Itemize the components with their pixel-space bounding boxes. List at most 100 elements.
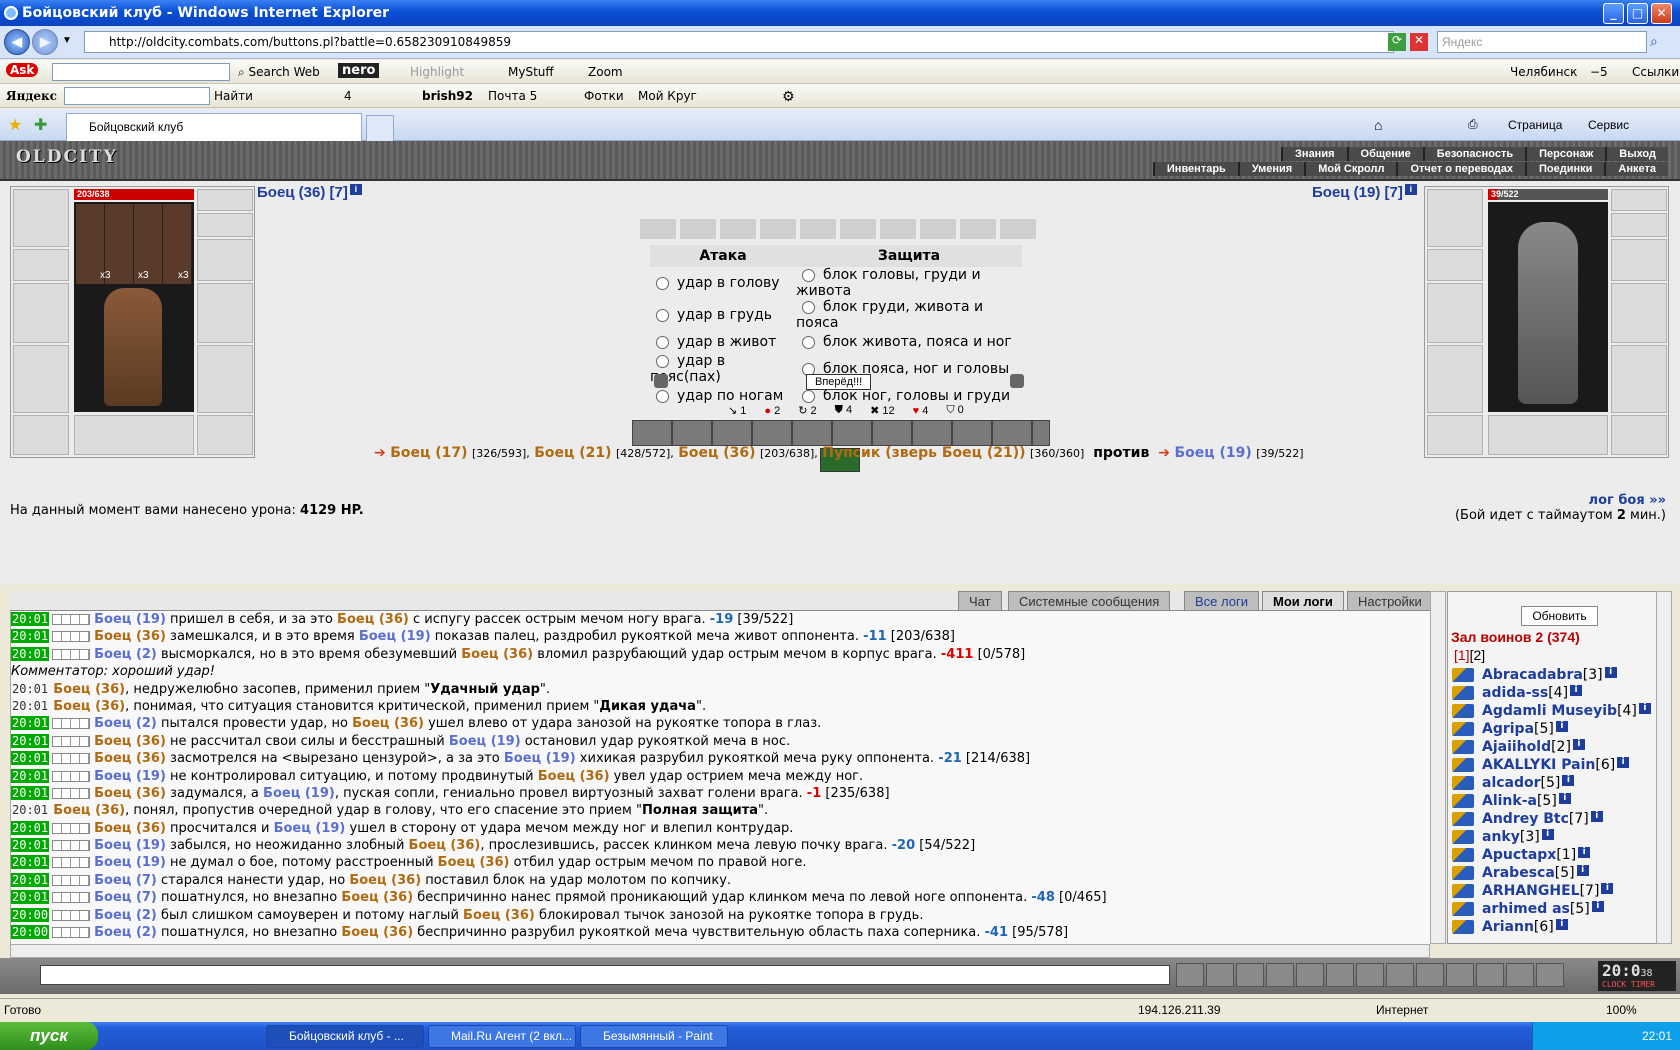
player-item[interactable]: Agdamli Museyib[4] i	[1448, 703, 1671, 721]
fighter-name[interactable]: Боец (36)	[341, 890, 413, 905]
home-icon[interactable]: ⌂	[1374, 117, 1382, 133]
task-paint[interactable]: Безымянный - Paint	[580, 1025, 728, 1048]
info-icon[interactable]: i	[1562, 775, 1575, 786]
belt-slot[interactable]	[13, 415, 69, 455]
info-icon[interactable]: i	[1604, 667, 1617, 678]
yandex-logo[interactable]: Яндекс	[6, 89, 57, 103]
legs-slot[interactable]	[1611, 345, 1667, 413]
boots-slot[interactable]	[1611, 415, 1667, 455]
sound-icon[interactable]	[1356, 963, 1384, 987]
search-icon[interactable]: ⌕	[1650, 33, 1658, 50]
fighter-name[interactable]: Боец (36)	[94, 786, 166, 801]
player-item[interactable]: Ariann[6] i	[1448, 919, 1671, 937]
chat-icon[interactable]	[1416, 963, 1444, 987]
enemy-member[interactable]: Боец (19)	[1174, 445, 1251, 461]
team-member[interactable]: Пупсик (зверь Боец (21))	[822, 445, 1025, 461]
action-icon[interactable]	[1452, 848, 1474, 862]
belt-slot[interactable]	[1427, 415, 1483, 455]
tricks-bar[interactable]	[632, 420, 1050, 446]
menu-transfers[interactable]: Отчет о переводах	[1396, 162, 1526, 176]
gloves-slot[interactable]	[1611, 239, 1667, 281]
team-member[interactable]: Боец (21)	[534, 445, 611, 461]
tab-chat[interactable]: Чат	[958, 591, 1002, 611]
refresh-left-icon[interactable]	[654, 374, 668, 388]
tab-fight-club[interactable]: Бойцовский клуб	[66, 113, 362, 141]
bracers-slot[interactable]	[13, 249, 69, 281]
player-name[interactable]: ARHANGHEL	[1482, 883, 1580, 899]
fighter-name[interactable]: Боец (7)	[94, 890, 157, 905]
chat-input[interactable]	[40, 965, 1170, 985]
fighter-name[interactable]: Боец (19)	[263, 786, 335, 801]
history-dropdown-icon[interactable]: ▼	[62, 35, 72, 46]
left-fighter-avatar[interactable]: x3 x3 x3	[74, 202, 194, 412]
shield-slot[interactable]	[1611, 283, 1667, 343]
comments-button[interactable]: 4	[344, 89, 352, 103]
player-item[interactable]: Agripa[5] i	[1448, 721, 1671, 739]
fighter-name[interactable]: Боец (2)	[94, 908, 157, 923]
battle-log-link[interactable]: лог боя »»	[1455, 493, 1666, 508]
highlight-button[interactable]: Highlight	[410, 65, 464, 79]
fighter-name[interactable]: Боец (19)	[504, 751, 576, 766]
service-menu[interactable]: Сервис	[1588, 118, 1629, 132]
info-icon[interactable]: i	[1578, 847, 1591, 858]
info-icon[interactable]: i	[349, 184, 362, 195]
menu-skills[interactable]: Умения	[1237, 162, 1305, 176]
fighter-name[interactable]: Боец (36)	[53, 803, 125, 818]
player-name[interactable]: Alink-a	[1482, 793, 1537, 809]
fighter-name[interactable]: Боец (19)	[94, 612, 166, 627]
start-button[interactable]: пуск	[0, 1022, 98, 1050]
right-fighter-avatar[interactable]	[1488, 202, 1608, 412]
bracers-slot[interactable]	[1427, 249, 1483, 281]
info-icon[interactable]: i	[1590, 811, 1603, 822]
add-favorite-icon[interactable]: ✚	[34, 115, 47, 135]
new-tab-button[interactable]	[366, 115, 394, 141]
helmet-slot[interactable]	[13, 189, 69, 247]
option-icon[interactable]	[1476, 963, 1504, 987]
info-icon[interactable]: i	[1617, 757, 1630, 768]
rings-slot[interactable]	[197, 213, 253, 237]
player-name[interactable]: AKALLYKI Pain	[1482, 757, 1595, 773]
player-item[interactable]: arhimed as[5] i	[1448, 901, 1671, 919]
close-button[interactable]: ✕	[1651, 3, 1672, 24]
fighter-name[interactable]: Боец (36)	[538, 769, 610, 784]
menu-profile[interactable]: Анкета	[1604, 162, 1668, 176]
menu-security[interactable]: Безопасность	[1422, 147, 1526, 161]
clear-icon[interactable]	[1206, 963, 1234, 987]
player-name[interactable]: Apuctapx	[1482, 847, 1556, 863]
log-scrollbar[interactable]	[1430, 591, 1446, 944]
right-fighter-name[interactable]: Боец (19) [7] i	[1312, 184, 1417, 201]
fighter-name[interactable]: Боец (2)	[94, 647, 157, 662]
fighter-name[interactable]: Боец (2)	[94, 925, 157, 940]
menu-exit[interactable]: Выход	[1605, 147, 1668, 161]
player-item[interactable]: anky[3] i	[1448, 829, 1671, 847]
defense-option[interactable]: блок живота, пояса и ног	[796, 331, 1022, 353]
action-icon[interactable]	[1452, 812, 1474, 826]
fighter-name[interactable]: Боец (36)	[461, 647, 533, 662]
forward-button[interactable]: ▶	[32, 29, 58, 55]
menu-communication[interactable]: Общение	[1346, 147, 1423, 161]
tool-icon[interactable]	[1296, 963, 1324, 987]
armor-slot[interactable]	[1427, 345, 1483, 413]
player-item[interactable]: Abracadabra[3] i	[1448, 667, 1671, 685]
action-icon[interactable]	[1452, 884, 1474, 898]
menu-scroll[interactable]: Мой Скролл	[1304, 162, 1397, 176]
fighter-name[interactable]: Боец (36)	[409, 838, 481, 853]
player-name[interactable]: anky	[1482, 829, 1520, 845]
tab-system[interactable]: Системные сообщения	[1008, 591, 1171, 611]
exit-icon[interactable]	[1536, 963, 1564, 987]
player-item[interactable]: Arabesca[5] i	[1448, 865, 1671, 883]
user-label[interactable]: brish92	[422, 89, 473, 103]
mystuff-button[interactable]: MyStuff	[508, 65, 554, 79]
action-icon[interactable]	[1452, 902, 1474, 916]
action-icon[interactable]	[1452, 920, 1474, 934]
runes-slot[interactable]	[1488, 415, 1608, 455]
refresh-icon[interactable]: ⟳	[1388, 33, 1406, 51]
fighter-name[interactable]: Боец (36)	[94, 751, 166, 766]
player-name[interactable]: arhimed as	[1482, 901, 1570, 917]
page-link[interactable]: [1]	[1454, 647, 1470, 663]
fighter-name[interactable]: Боец (36)	[53, 682, 125, 697]
fighter-name[interactable]: Боец (36)	[53, 699, 125, 714]
fighter-name[interactable]: Боец (36)	[352, 716, 424, 731]
player-name[interactable]: alcador	[1482, 775, 1541, 791]
fighter-name[interactable]: Боец (19)	[94, 769, 166, 784]
